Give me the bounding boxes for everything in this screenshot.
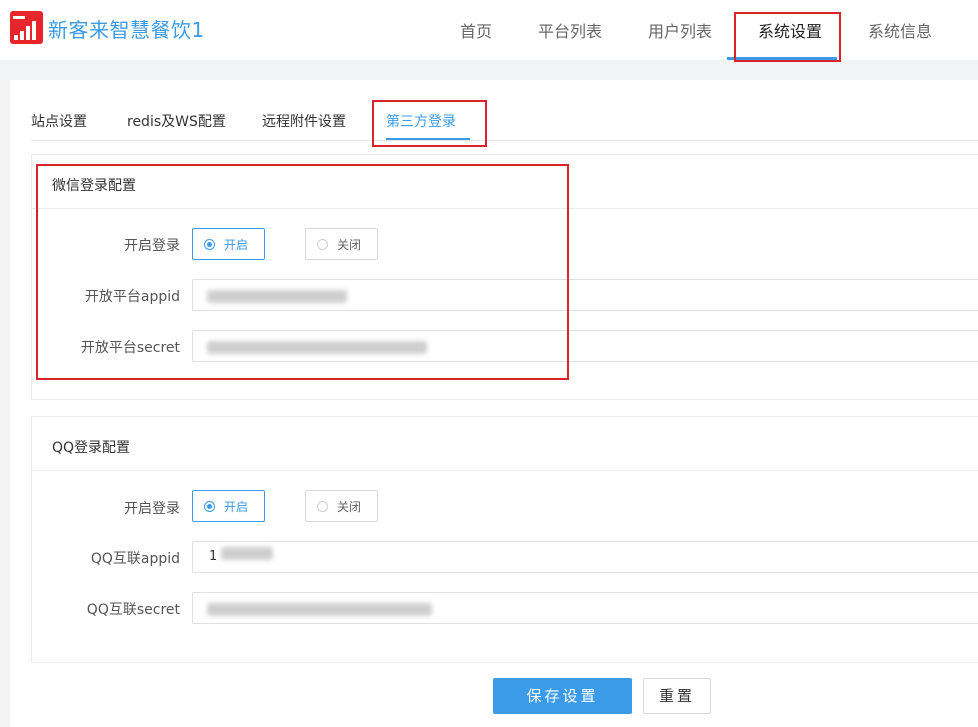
reset-button[interactable]: 重置 — [643, 678, 711, 714]
radio-label: 开启 — [224, 238, 249, 252]
wechat-enable-label: 开启登录 — [124, 238, 180, 254]
radio-unchecked-icon — [317, 501, 328, 512]
qq-appid-label: QQ互联appid — [90, 551, 180, 567]
nav-system-info[interactable]: 系统信息 — [868, 18, 932, 42]
nav-user-list[interactable]: 用户列表 — [648, 18, 712, 42]
qq-panel-title: QQ登录配置 — [52, 440, 131, 456]
redacted-value — [207, 290, 347, 303]
highlight-box-nav — [734, 12, 841, 62]
tab-redis-ws[interactable]: redis及WS配置 — [127, 111, 226, 131]
qq-enable-off-radio[interactable]: 关闭 — [305, 490, 378, 522]
nav-platform-list[interactable]: 平台列表 — [538, 18, 602, 42]
wechat-login-panel: 微信登录配置 — [31, 154, 978, 400]
save-settings-button[interactable]: 保存设置 — [493, 678, 632, 714]
qq-appid-input[interactable]: 1 — [192, 541, 978, 573]
tab-third-party-login[interactable]: 第三方登录 — [386, 111, 456, 131]
wechat-appid-label: 开放平台appid — [84, 289, 180, 305]
tab-active-indicator — [386, 138, 470, 140]
qq-login-panel: QQ登录配置 — [31, 416, 978, 663]
radio-checked-icon — [204, 501, 215, 512]
top-header: 新客来智慧餐饮1 首页 平台列表 用户列表 系统设置 系统信息 — [0, 0, 978, 62]
radio-label: 关闭 — [337, 500, 362, 514]
wechat-panel-header: 微信登录配置 — [32, 155, 978, 209]
qq-panel-header: QQ登录配置 — [32, 417, 978, 471]
redacted-value — [207, 603, 432, 616]
wechat-secret-input[interactable] — [192, 330, 978, 362]
app-title[interactable]: 新客来智慧餐饮1 — [48, 14, 205, 43]
tab-site-settings[interactable]: 站点设置 — [31, 111, 87, 131]
radio-checked-icon — [204, 239, 215, 250]
radio-unchecked-icon — [317, 239, 328, 250]
nav-home[interactable]: 首页 — [460, 18, 492, 42]
wechat-secret-label: 开放平台secret — [80, 340, 180, 356]
app-logo-icon[interactable] — [10, 11, 43, 44]
qq-secret-input[interactable] — [192, 592, 978, 624]
qq-enable-on-radio[interactable]: 开启 — [192, 490, 265, 522]
tab-remote-attachment[interactable]: 远程附件设置 — [262, 111, 346, 131]
qq-enable-label: 开启登录 — [124, 501, 180, 517]
wechat-enable-on-radio[interactable]: 开启 — [192, 228, 265, 260]
tab-divider — [31, 140, 978, 141]
qq-secret-label: QQ互联secret — [86, 602, 180, 618]
wechat-enable-off-radio[interactable]: 关闭 — [305, 228, 378, 260]
wechat-appid-input[interactable] — [192, 279, 978, 311]
qq-appid-value: 1 — [209, 549, 218, 564]
wechat-panel-title: 微信登录配置 — [52, 178, 136, 194]
radio-label: 开启 — [224, 500, 249, 514]
radio-label: 关闭 — [337, 238, 362, 252]
redacted-value — [221, 547, 273, 560]
redacted-value — [207, 341, 427, 354]
